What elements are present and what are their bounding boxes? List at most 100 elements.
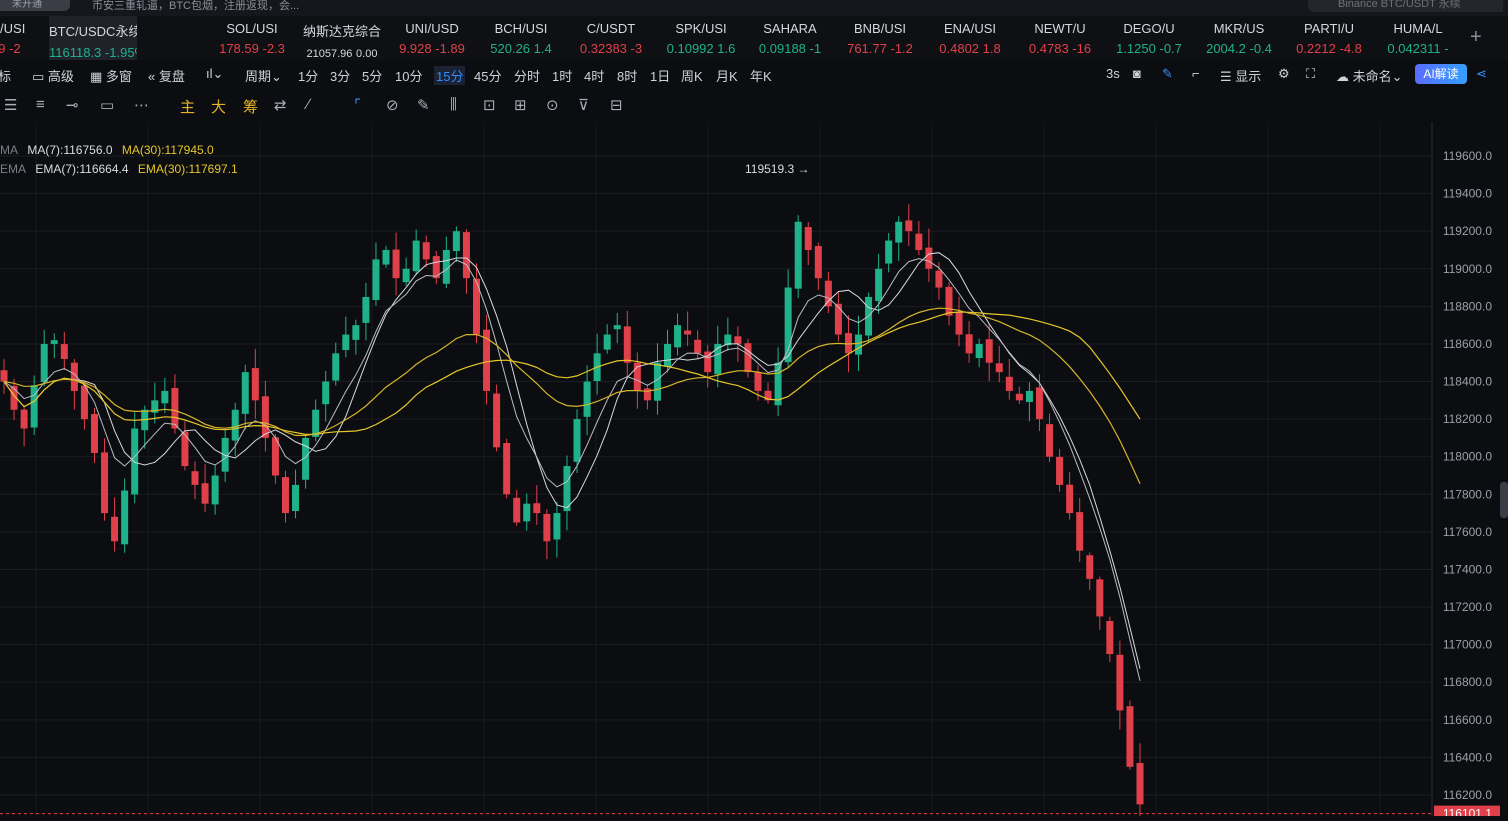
pencil-icon[interactable]: ✎ — [1162, 66, 1173, 82]
ticker-8[interactable]: SAHARA 0.09188 -1 — [746, 16, 834, 60]
interval-0[interactable]: 1分 — [298, 66, 318, 85]
candle-body — [1076, 512, 1084, 551]
trash-icon[interactable]: ⊟ — [610, 96, 623, 114]
ma30-value: MA(30):117945.0 — [121, 143, 214, 157]
candle-body — [161, 390, 169, 404]
ticker-7[interactable]: SPK/USI 0.10992 1.6 — [657, 16, 745, 60]
interval-7[interactable]: 1时 — [552, 66, 572, 85]
browser-tab-title[interactable]: 币安三重轧逼，BTC包烟，注册返现，会... — [92, 0, 299, 13]
ticker-1[interactable]: BTC/USDC永续 116118.3 -1.95% — [49, 16, 137, 60]
crop-icon[interactable]: ⌐ — [1192, 66, 1200, 81]
ticker-price: 21057.96 — [306, 48, 353, 60]
fullscreen-icon[interactable]: ⛶ — [1306, 66, 1315, 82]
candle-body — [60, 344, 68, 359]
ticker-change: 1.4 — [533, 41, 552, 56]
rectangle-icon[interactable]: ▭ — [100, 96, 114, 114]
ticker-change: - — [1444, 41, 1449, 56]
ticker-14[interactable]: PARTI/U 0.2212 -4.8 — [1285, 16, 1373, 60]
symbol-search-input[interactable]: Binance BTC/USDT 永续 — [1308, 0, 1503, 12]
ticker-symbol: ENA/USI — [943, 21, 996, 36]
candle-body — [955, 312, 963, 335]
swap-icon[interactable]: ⇄ — [274, 96, 287, 114]
grid-icon: ▦ — [90, 69, 103, 84]
ticker-12[interactable]: DEGO/U 1.1250 -0.7 — [1105, 16, 1193, 60]
interval-5[interactable]: 45分 — [474, 66, 501, 85]
interval-11[interactable]: 周K — [681, 66, 703, 85]
interval-9[interactable]: 8时 — [617, 66, 637, 85]
period-dropdown[interactable]: 周期⌄ — [245, 66, 282, 85]
magnet-icon[interactable]: ⊙ — [546, 96, 559, 114]
ticker-15[interactable]: HUMA/L 0.042311 - — [1374, 16, 1462, 60]
ruler-icon[interactable]: ⊘ — [386, 96, 399, 114]
y-tick-label: 116600.0 — [1443, 713, 1492, 727]
lock-icon[interactable]: ⊡ — [483, 96, 496, 114]
ticker-quote: 0.09188 -1 — [746, 41, 834, 56]
price-chart[interactable]: 119600.0 119400.0 119200.0 119000.0 118800.0… — [0, 122, 1508, 821]
indicator-menu-button[interactable]: 标 — [0, 66, 11, 85]
large-order-button[interactable]: 大 — [211, 96, 226, 117]
candle-body — [20, 409, 28, 429]
advanced-button[interactable]: ▭ 高级 — [32, 66, 74, 85]
ema7-line — [3, 258, 1141, 681]
ticker-3[interactable]: 纳斯达克综合 21057.96 0.00 — [298, 16, 386, 60]
interval-13[interactable]: 年K — [750, 66, 772, 85]
interval-3[interactable]: 10分 — [395, 66, 422, 85]
interval-12[interactable]: 月K — [716, 66, 738, 85]
brush-icon[interactable]: ∕ — [307, 96, 310, 113]
ticker-change: -16 — [1072, 41, 1092, 56]
interval-2[interactable]: 5分 — [362, 66, 382, 85]
candle-body — [613, 325, 621, 330]
y-tick-label: 118000.0 — [1443, 450, 1492, 464]
chart-type-dropdown[interactable]: ıl⌄ — [206, 66, 223, 82]
ticker-price: 2004.2 — [1206, 41, 1246, 56]
refresh-rate[interactable]: 3s — [1106, 66, 1120, 81]
ticker-4[interactable]: UNI/USD 9.928 -1.89 — [388, 16, 476, 60]
candle-body — [40, 343, 48, 383]
ticker-11[interactable]: NEWT/U 0.4783 -16 — [1016, 16, 1104, 60]
cursor-icon[interactable]: ⌜ — [354, 96, 361, 114]
interval-6[interactable]: 分时 — [514, 66, 540, 85]
draw-icon[interactable]: ✎ — [417, 96, 430, 114]
advanced-label: 高级 — [47, 69, 74, 84]
ticker-5[interactable]: BCH/USI 520.26 1.4 — [477, 16, 565, 60]
ticker-13[interactable]: MKR/US 2004.2 -0.4 — [1195, 16, 1283, 60]
multi-window-button[interactable]: ▦ 多窗 — [90, 66, 132, 85]
more-icon[interactable]: ⋯ — [134, 96, 149, 114]
ticker-10[interactable]: ENA/USI 0.4802 1.8 — [926, 16, 1014, 60]
account-status-pill[interactable]: 未开通 — [0, 0, 70, 11]
horizontal-line-icon[interactable]: ⊸ — [66, 96, 79, 114]
y-tick-label: 117400.0 — [1443, 562, 1492, 576]
chip-distribution-button[interactable]: 筹 — [243, 96, 258, 117]
filter-icon[interactable]: ⊽ — [578, 96, 589, 114]
interval-4[interactable]: 15分 — [434, 66, 466, 85]
ticker-symbol: MKR/US — [1213, 21, 1265, 36]
ticker-9[interactable]: BNB/USI 761.77 -1.2 — [836, 16, 924, 60]
settings-icon[interactable]: ⚙ — [1278, 66, 1290, 82]
price-scale-handle[interactable] — [1500, 482, 1508, 518]
share-icon[interactable]: ⋖ — [1476, 66, 1487, 82]
interval-10[interactable]: 1日 — [650, 66, 670, 85]
replay-button[interactable]: « 复盘 — [148, 66, 185, 85]
lines-icon[interactable]: ≡ — [36, 96, 45, 113]
display-button[interactable]: ☰ 显示 — [1220, 66, 1261, 85]
candle-body — [261, 396, 269, 438]
edit-icon[interactable]: ⊞ — [514, 96, 527, 114]
replay-label: 复盘 — [158, 69, 185, 84]
ticker-price: 520.26 — [490, 41, 531, 56]
ticker-2[interactable]: SOL/USI 178.59 -2.3 — [208, 16, 296, 60]
interval-1[interactable]: 3分 — [330, 66, 350, 85]
camera-icon[interactable]: ◙ — [1133, 66, 1141, 81]
candle-body — [0, 370, 8, 382]
candles-icon[interactable]: ⫼ — [450, 96, 457, 113]
add-ticker-icon[interactable]: + — [1470, 26, 1482, 49]
ticker-6[interactable]: C/USDT 0.32383 -3 — [567, 16, 655, 60]
layout-dropdown[interactable]: ☁ 未命名⌄ — [1336, 66, 1403, 85]
interval-8[interactable]: 4时 — [584, 66, 604, 85]
menu-icon[interactable]: ☰ — [4, 96, 17, 114]
candlestick-chart-svg[interactable]: 119600.0 119400.0 119200.0 119000.0 118800.0… — [0, 122, 1508, 821]
rewind-icon: « — [148, 69, 156, 84]
ai-analysis-button[interactable]: AI解读 — [1415, 64, 1467, 84]
main-indicator-button[interactable]: 主 — [180, 96, 195, 117]
ticker-change: -2.3 — [262, 41, 285, 56]
ticker-0[interactable]: TH/USI .19 -2 — [0, 16, 48, 60]
